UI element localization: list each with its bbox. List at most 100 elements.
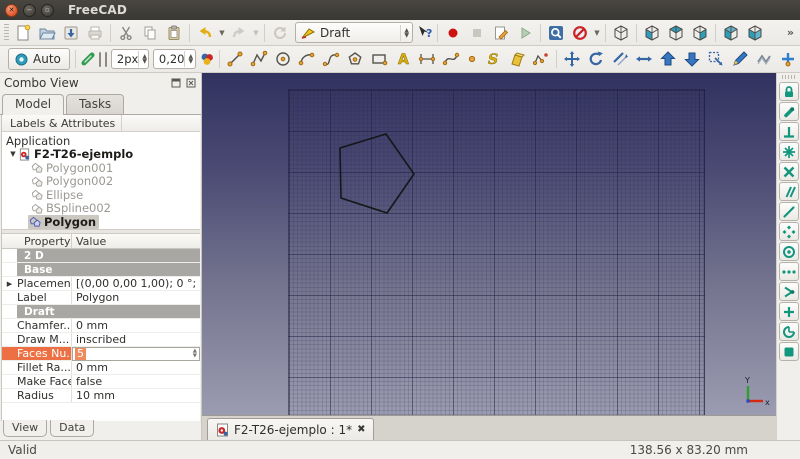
snap-perpendicular-button[interactable] bbox=[779, 122, 799, 141]
draft-offset-button[interactable] bbox=[608, 48, 632, 70]
tree-item-polygon-selected[interactable]: Polygon bbox=[2, 215, 200, 229]
autogroup-button[interactable] bbox=[198, 48, 216, 70]
undo-dropdown[interactable]: ▼ bbox=[217, 22, 227, 44]
macro-stop-button[interactable] bbox=[465, 22, 489, 44]
tree-header[interactable]: Labels & Attributes bbox=[2, 115, 200, 132]
draft-polygon-button[interactable] bbox=[343, 48, 367, 70]
save-button[interactable] bbox=[59, 22, 83, 44]
tree-item-application[interactable]: Application bbox=[2, 134, 200, 148]
tree-item-ellipse[interactable]: Ellipse bbox=[2, 188, 200, 202]
open-file-button[interactable] bbox=[35, 22, 59, 44]
toolbar-grip[interactable] bbox=[4, 24, 9, 42]
undo-button[interactable] bbox=[193, 22, 217, 44]
tree-item-bspline002[interactable]: BSpline002 bbox=[2, 202, 200, 216]
refresh-button[interactable] bbox=[268, 22, 292, 44]
draw-style-button[interactable] bbox=[568, 22, 592, 44]
tree-item-polygon002[interactable]: Polygon002 bbox=[2, 175, 200, 189]
expand-arrow-icon[interactable]: ▼ bbox=[8, 150, 18, 158]
draft-to-sketch-button[interactable] bbox=[529, 48, 553, 70]
snap-special-button[interactable] bbox=[779, 222, 799, 241]
toolbar-grip[interactable] bbox=[782, 75, 796, 79]
draft-point-button[interactable] bbox=[463, 48, 481, 70]
toolbar-overflow-button[interactable]: » bbox=[783, 26, 798, 39]
macro-edit-button[interactable] bbox=[489, 22, 513, 44]
property-row-draw-mode[interactable]: Draw M...inscribed bbox=[2, 333, 200, 347]
draft-add-point-button[interactable] bbox=[776, 48, 800, 70]
draft-rotate-button[interactable] bbox=[584, 48, 608, 70]
fit-all-button[interactable] bbox=[544, 22, 568, 44]
right-view-button[interactable] bbox=[688, 22, 712, 44]
3d-viewport[interactable]: Y x bbox=[202, 73, 776, 415]
tab-close-icon[interactable]: ✖ bbox=[357, 424, 365, 435]
macro-play-button[interactable] bbox=[513, 22, 537, 44]
cut-button[interactable] bbox=[114, 22, 138, 44]
draft-dimension-button[interactable] bbox=[415, 48, 439, 70]
face-color-swatch[interactable] bbox=[105, 52, 107, 67]
left-view-button[interactable] bbox=[743, 22, 767, 44]
axonometric-view-button[interactable] bbox=[609, 22, 633, 44]
property-row-placement[interactable]: ▶Placement[(0,00 0,00 1,00); 0 °; (-30 .… bbox=[2, 277, 200, 291]
polygon-shape[interactable] bbox=[340, 134, 414, 213]
draft-arc-button[interactable] bbox=[295, 48, 319, 70]
draft-bspline-button[interactable] bbox=[319, 48, 343, 70]
snap-extension-button[interactable] bbox=[779, 202, 799, 221]
snap-lock-button[interactable] bbox=[779, 82, 799, 101]
front-view-button[interactable] bbox=[640, 22, 664, 44]
snap-dimensions-button[interactable] bbox=[779, 262, 799, 281]
property-row-faces-number[interactable]: Faces Nu...5▲▼ bbox=[2, 347, 200, 361]
tab-view[interactable]: View bbox=[3, 420, 47, 437]
snap-endpoint-button[interactable] bbox=[779, 102, 799, 121]
tab-tasks[interactable]: Tasks bbox=[66, 94, 124, 114]
property-row-radius[interactable]: Radius10 mm bbox=[2, 389, 200, 403]
tree-item-document[interactable]: ▼ F2-T26-ejemplo bbox=[2, 148, 200, 162]
redo-dropdown[interactable]: ▼ bbox=[251, 22, 261, 44]
window-close-button[interactable]: ✕ bbox=[5, 4, 18, 17]
draft-scale-button[interactable] bbox=[704, 48, 728, 70]
draft-line-button[interactable] bbox=[223, 48, 247, 70]
property-group-row[interactable]: 2 D bbox=[2, 249, 200, 263]
tab-model[interactable]: Model bbox=[2, 94, 64, 115]
property-row-label[interactable]: LabelPolygon bbox=[2, 291, 200, 305]
tab-data[interactable]: Data bbox=[50, 420, 94, 437]
snap-center-button[interactable] bbox=[779, 242, 799, 261]
property-row-fillet-radius[interactable]: Fillet Ra...0 mm bbox=[2, 361, 200, 375]
top-view-button[interactable] bbox=[664, 22, 688, 44]
draft-wire-button[interactable] bbox=[247, 48, 271, 70]
draft-bezier-button[interactable] bbox=[439, 48, 463, 70]
draft-edit-button[interactable] bbox=[728, 48, 752, 70]
window-maximize-button[interactable]: ▫ bbox=[41, 4, 54, 17]
spin-arrows[interactable]: ▲▼ bbox=[193, 349, 198, 359]
draft-text-button[interactable]: A bbox=[391, 48, 415, 70]
draft-trimex-button[interactable] bbox=[632, 48, 656, 70]
rear-view-button[interactable] bbox=[719, 22, 743, 44]
text-scale-spinbox[interactable]: 0,20▲▼ bbox=[153, 49, 196, 69]
property-group-row[interactable]: Draft bbox=[2, 305, 200, 319]
snap-parallel-button[interactable] bbox=[779, 182, 799, 201]
snap-angle-button[interactable] bbox=[779, 322, 799, 341]
paste-button[interactable] bbox=[162, 22, 186, 44]
line-width-spinbox[interactable]: 2px▲▼ bbox=[111, 49, 149, 69]
snap-midpoint-button[interactable] bbox=[779, 302, 799, 321]
window-minimize-button[interactable]: − bbox=[23, 4, 36, 17]
snap-workingplane-button[interactable] bbox=[779, 342, 799, 361]
print-button[interactable] bbox=[83, 22, 107, 44]
snap-grid-button[interactable] bbox=[779, 142, 799, 161]
construction-mode-button[interactable] bbox=[79, 48, 97, 70]
document-tab[interactable]: F2-T26-ejemplo : 1* ✖ bbox=[207, 418, 374, 440]
draft-move-button[interactable] bbox=[560, 48, 584, 70]
expand-arrow-icon[interactable]: ▶ bbox=[2, 277, 17, 290]
faces-number-spinbox[interactable]: 5▲▼ bbox=[72, 347, 200, 361]
workbench-selector[interactable]: Draft ▲▼ bbox=[295, 22, 413, 43]
tree-item-polygon001[interactable]: Polygon001 bbox=[2, 161, 200, 175]
whats-this-button[interactable]: ? bbox=[416, 22, 434, 44]
property-row-make-face[interactable]: Make Facefalse bbox=[2, 375, 200, 389]
property-row-chamfer[interactable]: Chamfer...0 mm bbox=[2, 319, 200, 333]
snap-near-button[interactable] bbox=[779, 282, 799, 301]
new-document-button[interactable] bbox=[11, 22, 35, 44]
panel-close-button[interactable] bbox=[185, 77, 197, 89]
draft-rectangle-button[interactable] bbox=[367, 48, 391, 70]
snap-intersection-button[interactable] bbox=[779, 162, 799, 181]
redo-button[interactable] bbox=[227, 22, 251, 44]
panel-float-button[interactable] bbox=[170, 77, 182, 89]
macro-record-button[interactable] bbox=[441, 22, 465, 44]
